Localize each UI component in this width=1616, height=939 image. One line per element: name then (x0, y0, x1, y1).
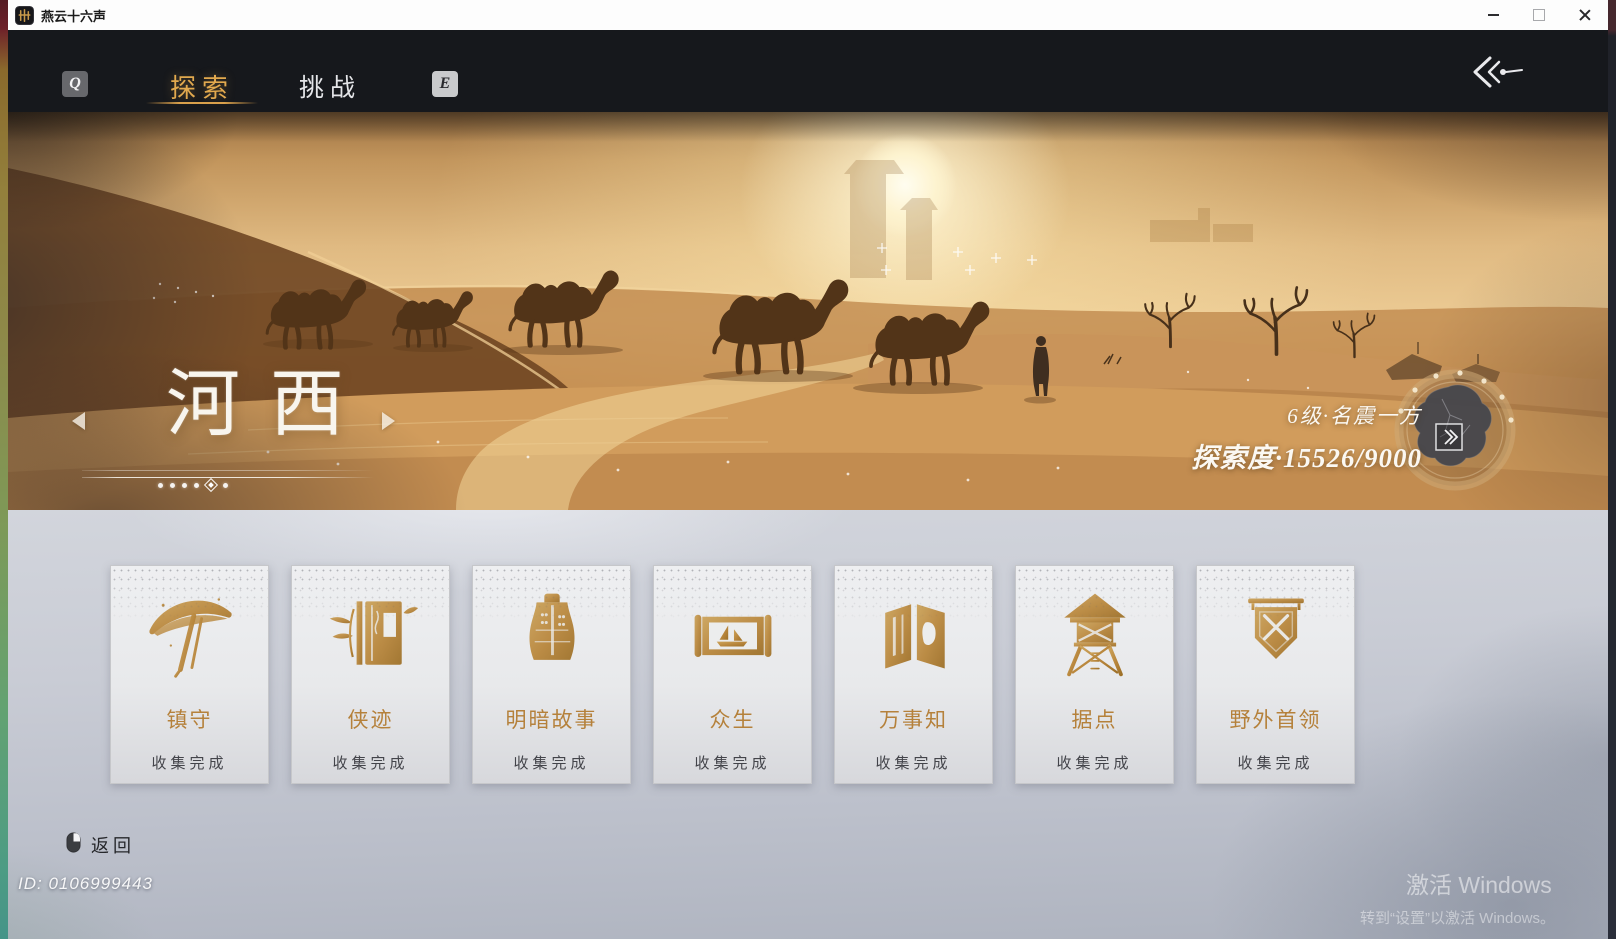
card-status: 收集完成 (151, 756, 228, 772)
desktop-edge-right (1608, 0, 1616, 939)
game-viewport: Q 探索 挑战 E 河西 6级·名震一方 探索度·15526/9000 镇守 收… (8, 30, 1608, 939)
page-dot[interactable] (194, 482, 199, 488)
close-icon[interactable] (1562, 0, 1608, 30)
tab-explore[interactable]: 探索 (142, 68, 262, 105)
region-title-divider (82, 470, 374, 478)
collection-card[interactable]: 野外首领 收集完成 (1196, 565, 1355, 784)
game-window: 燕云十六声 Q 探索 挑战 E 河西 6级·名震一方 探索度·15526/900… (8, 0, 1608, 939)
region-banner: 河西 6级·名震一方 探索度·15526/9000 (8, 112, 1608, 510)
key-hint-q[interactable]: Q (62, 71, 88, 97)
parasol-sword-stamp-icon (142, 586, 238, 687)
card-title: 侠迹 (347, 708, 394, 732)
region-prev-arrow-icon[interactable] (72, 412, 85, 430)
banner-swords-stamp-icon (1228, 586, 1324, 687)
watermark-line2: 转到“设置”以激活 Windows。 (1360, 910, 1556, 927)
collection-cards-row: 镇守 收集完成 侠迹 收集完成 明暗故事 收集完成 众生 收集完成 万事知 收集… (110, 565, 1355, 784)
tab-challenge[interactable]: 挑战 (270, 68, 390, 104)
collection-card[interactable]: 明暗故事 收集完成 (472, 565, 631, 784)
region-level-badge: 6级·名震一方 (1287, 404, 1422, 428)
watermark-line1: 激活 Windows (1406, 872, 1552, 898)
region-exploration: 探索度·15526/9000 (1191, 436, 1422, 475)
card-status: 收集完成 (694, 756, 771, 772)
collection-card[interactable]: 镇守 收集完成 (110, 565, 269, 784)
scroll-sailboat-stamp-icon (685, 586, 781, 687)
expand-map-icon (1435, 423, 1463, 451)
card-title: 万事知 (879, 708, 948, 732)
game-logo-icon (15, 5, 34, 25)
card-status: 收集完成 (513, 756, 590, 772)
collection-panel: 镇守 收集完成 侠迹 收集完成 明暗故事 收集完成 众生 收集完成 万事知 收集… (8, 510, 1608, 939)
card-status: 收集完成 (1056, 756, 1133, 772)
exploration-value: 15526/9000 (1282, 443, 1422, 473)
page-dot-active[interactable] (203, 477, 219, 493)
region-name: 河西 (166, 364, 374, 446)
active-tab-underline (146, 102, 258, 104)
card-title: 众生 (709, 708, 756, 732)
card-title: 镇守 (166, 708, 213, 732)
region-progress: 6级·名震一方 探索度·15526/9000 (1191, 400, 1422, 475)
exploration-label: 探索度· (1191, 443, 1283, 473)
mouse-right-click-icon (66, 832, 81, 858)
collection-card[interactable]: 侠迹 收集完成 (291, 565, 450, 784)
collection-card[interactable]: 众生 收集完成 (653, 565, 812, 784)
page-dot[interactable] (170, 482, 175, 488)
window-title: 燕云十六声 (41, 8, 107, 24)
card-title: 野外首领 (1229, 708, 1322, 732)
card-title: 据点 (1071, 708, 1118, 732)
titlebar: 燕云十六声 (8, 0, 1608, 30)
watchtower-stamp-icon (1047, 586, 1143, 687)
desktop-edge-left (0, 0, 8, 939)
page-dot[interactable] (158, 482, 163, 488)
top-navbar: Q 探索 挑战 E (8, 30, 1608, 112)
collection-card[interactable]: 据点 收集完成 (1015, 565, 1174, 784)
card-title: 明暗故事 (505, 708, 598, 732)
key-hint-e[interactable]: E (432, 71, 458, 97)
window-controls (1470, 0, 1608, 30)
door-bamboo-stamp-icon (323, 586, 419, 687)
card-status: 收集完成 (332, 756, 409, 772)
page-dot[interactable] (223, 482, 228, 488)
folding-book-stamp-icon (866, 586, 962, 687)
back-button[interactable]: 返回 (66, 832, 135, 858)
player-id: ID: 0106999443 (18, 874, 153, 893)
page-dot[interactable] (182, 482, 187, 488)
back-label: 返回 (91, 836, 135, 856)
card-status: 收集完成 (1237, 756, 1314, 772)
double-chevron-left-icon[interactable] (1468, 52, 1524, 97)
bronze-bell-stamp-icon (504, 586, 600, 687)
region-pagination (158, 477, 228, 493)
maximize-icon[interactable] (1516, 0, 1562, 30)
card-status: 收集完成 (875, 756, 952, 772)
collection-card[interactable]: 万事知 收集完成 (834, 565, 993, 784)
region-next-arrow-icon[interactable] (382, 412, 395, 430)
windows-activation-watermark: 激活 Windows 转到“设置”以激活 Windows。 (1360, 866, 1555, 928)
minimize-icon[interactable] (1470, 0, 1516, 30)
